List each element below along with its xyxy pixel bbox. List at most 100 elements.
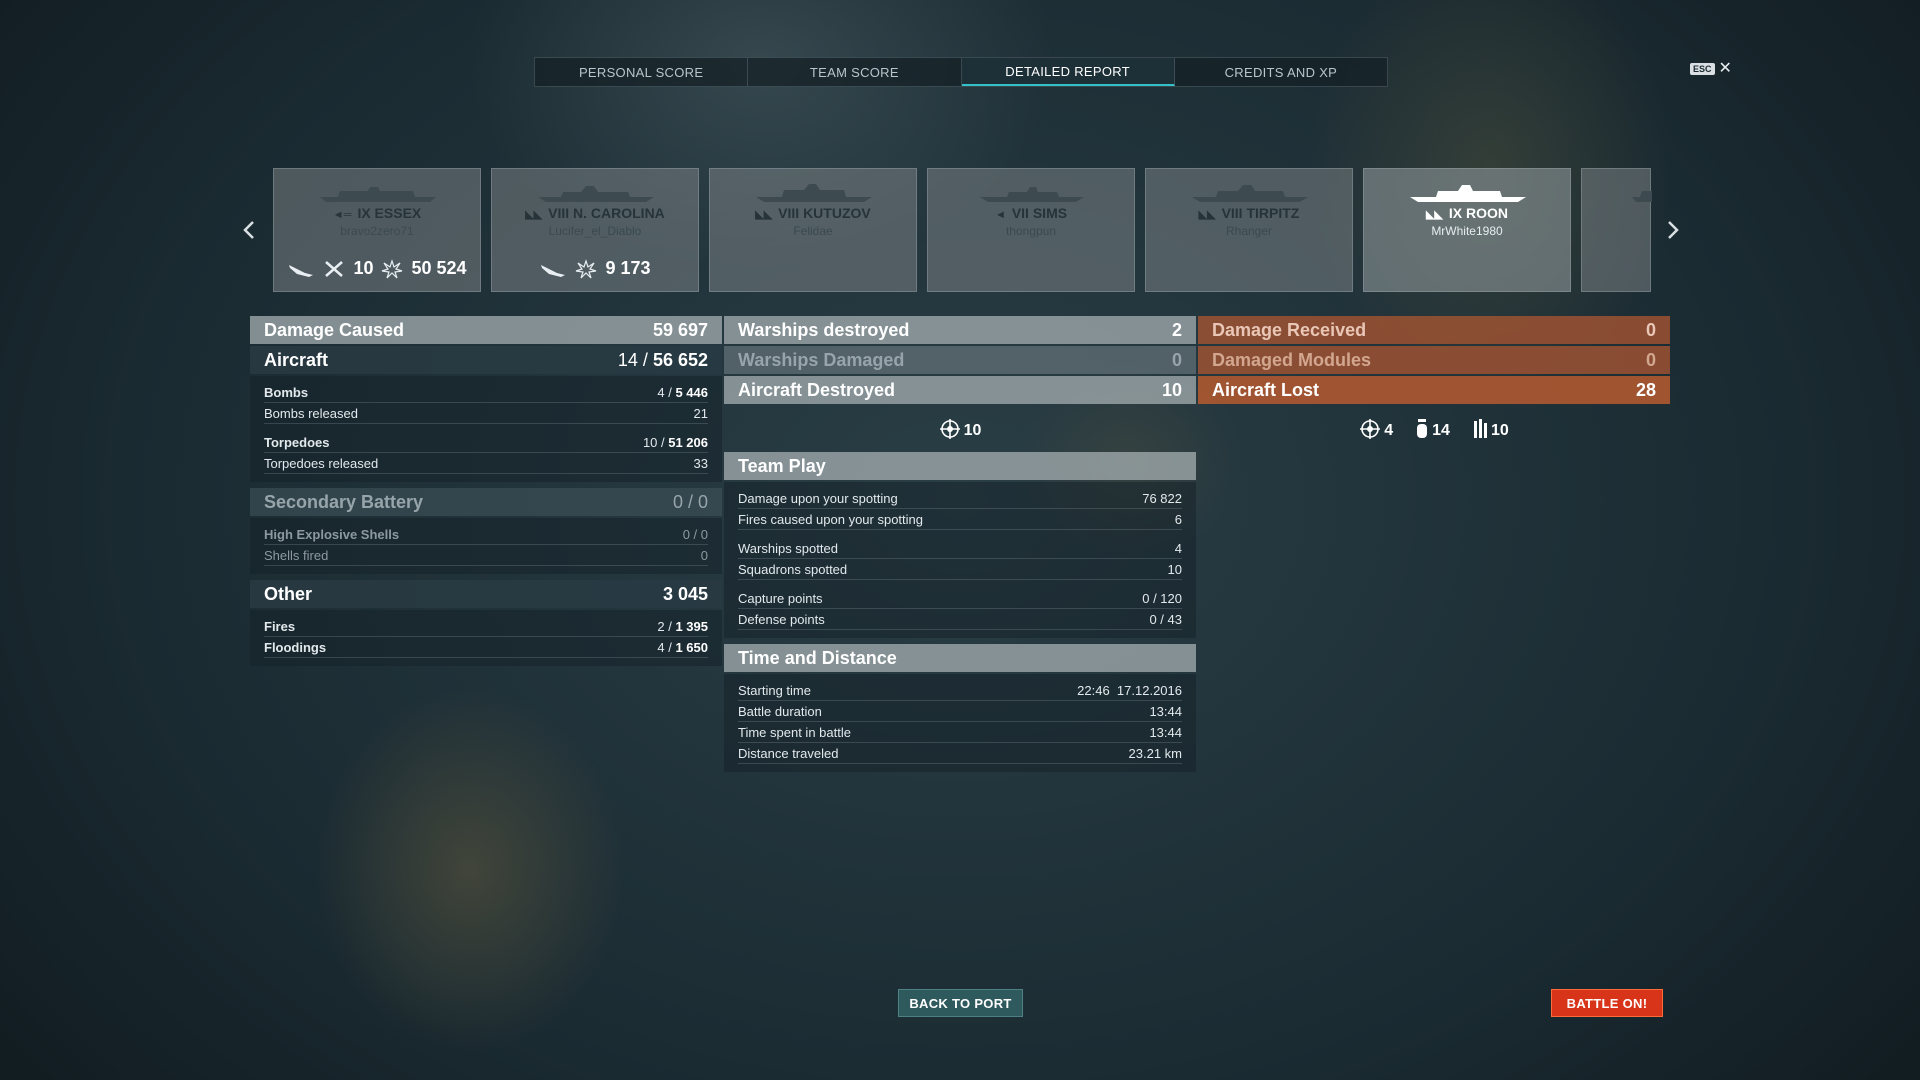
secondary-battery-details: High Explosive Shells 0 / 0 Shells fired… — [250, 518, 722, 574]
team-play-row: Warships spotted 4 — [738, 538, 1182, 559]
time-distance-details: Starting time 22:46 17.12.2016 Battle dur… — [724, 674, 1196, 772]
battleship-class-icon: ◣◣ — [1198, 209, 1216, 221]
torpedo-icon — [1473, 419, 1487, 438]
aircraft-lost-breakdown: 4 14 10 — [1198, 406, 1670, 452]
team-play-header: Team Play — [724, 452, 1196, 480]
aircraft-lost-header: Aircraft Lost 28 — [1198, 376, 1670, 404]
player-name: Lucifer_el_Diablo — [548, 224, 642, 238]
tab-team-score[interactable]: TEAM SCORE — [748, 58, 962, 86]
ship-silhouette-icon — [756, 184, 872, 202]
ship-silhouette-icon — [538, 186, 654, 202]
fighter-icon — [939, 419, 960, 439]
fires-row: Fires 2 / 1 395 — [264, 616, 708, 637]
carousel-prev-button[interactable] — [240, 218, 260, 242]
ship-card[interactable]: ◄ VII SIMS thongpun — [927, 168, 1135, 292]
other-damage-details: Fires 2 / 1 395 Floodings 4 / 1 650 — [250, 610, 722, 666]
damage-value: 9 173 — [605, 258, 651, 278]
warships-damaged-header: Warships Damaged 0 — [724, 346, 1196, 374]
fighter-icon — [1360, 419, 1381, 439]
chevron-right-icon — [1668, 221, 1679, 239]
bomb-icon — [1417, 419, 1428, 438]
team-play-row: Damage upon your spotting 76 822 — [738, 488, 1182, 509]
ship-card[interactable]: ◄═ IX ESSEX bravo2zero71 10 50 524 — [273, 168, 481, 292]
damage-caused-panel: Damage Caused 59 697 Aircraft 14 / 56 65… — [250, 316, 722, 672]
warships-destroyed-header: Warships destroyed 2 — [724, 316, 1196, 344]
shells-fired-row: Shells fired 0 — [264, 545, 708, 566]
damage-burst-icon — [576, 258, 597, 278]
team-play-row: Fires caused upon your spotting 6 — [738, 509, 1182, 530]
battle-on-button[interactable]: BATTLE ON! — [1551, 989, 1663, 1017]
esc-key-icon: ESC — [1690, 63, 1715, 75]
player-name: bravo2zero71 — [340, 224, 414, 238]
chevron-left-icon — [243, 221, 254, 239]
player-name: thongpun — [1005, 224, 1057, 238]
time-row: Distance traveled 23.21 km — [738, 743, 1182, 764]
ship-card[interactable]: ◣◣ VIII N. CAROLINA Lucifer_el_Diablo 9 1… — [491, 168, 699, 292]
damage-value: 50 524 — [411, 258, 467, 278]
ship-name: IX ESSEX — [357, 205, 422, 221]
aircraft-destroyed-icon — [325, 260, 344, 277]
team-play-row: Squadrons spotted 10 — [738, 559, 1182, 580]
plane-icon — [289, 264, 314, 277]
time-distance-header: Time and Distance — [724, 644, 1196, 672]
carrier-class-icon: ◄═ — [332, 209, 352, 221]
ship-name: VIII TIRPITZ — [1221, 205, 1300, 221]
other-damage-header: Other 3 045 — [250, 580, 722, 608]
team-play-row: Defense points 0 / 43 — [738, 609, 1182, 630]
battleship-class-icon: ◣◣ — [755, 209, 773, 221]
floodings-row: Floodings 4 / 1 650 — [264, 637, 708, 658]
secondary-battery-header: Secondary Battery 0 / 0 — [250, 488, 722, 516]
cruiser-class-icon: ◣◣ — [1425, 209, 1443, 221]
carousel-next-button[interactable] — [1662, 218, 1682, 242]
aircraft-destroyed-count: 10 — [353, 258, 374, 278]
report-tabs: PERSONAL SCORE TEAM SCORE DETAILED REPOR… — [534, 57, 1388, 87]
torpedoes-released-row: Torpedoes released 33 — [264, 453, 708, 474]
time-row: Battle duration 13:44 — [738, 701, 1182, 722]
player-name: MrWhite1980 — [1431, 224, 1503, 238]
ship-stats: 10 50 524 — [282, 258, 472, 279]
damaged-modules-header: Damaged Modules 0 — [1198, 346, 1670, 374]
ship-name: VIII N. CAROLINA — [548, 205, 665, 221]
ship-silhouette-icon — [1410, 185, 1526, 202]
ship-name: IX ROON — [1448, 205, 1509, 221]
aircraft-damage-details: Bombs 4 / 5 446 Bombs released 21 Torped… — [250, 376, 722, 482]
time-row: Time spent in battle 13:44 — [738, 722, 1182, 743]
aircraft-destroyed-breakdown: 10 — [724, 406, 1196, 452]
battleship-class-icon: ◣◣ — [525, 209, 543, 221]
he-shells-row: High Explosive Shells 0 / 0 — [264, 524, 708, 545]
tab-credits-and-xp[interactable]: CREDITS AND XP — [1175, 58, 1387, 86]
ship-card-partial[interactable] — [1581, 168, 1652, 292]
plane-icon — [541, 264, 566, 277]
damage-received-panel: Damage Received 0 Damaged Modules 0 Airc… — [1198, 316, 1670, 452]
team-play-details: Damage upon your spotting 76 822 Fires ca… — [724, 482, 1196, 638]
ship-card[interactable]: ◣◣ VIII KUTUZOV Felidae — [709, 168, 917, 292]
tab-detailed-report[interactable]: DETAILED REPORT — [961, 58, 1175, 86]
ship-silhouette-icon — [980, 187, 1084, 202]
close-icon: ✕ — [1718, 60, 1732, 77]
damage-burst-icon — [382, 258, 403, 278]
damage-caused-header: Damage Caused 59 697 — [250, 316, 722, 344]
player-name: Felidae — [793, 224, 833, 238]
torpedoes-row: Torpedoes 10 / 51 206 — [264, 432, 708, 453]
bombs-released-row: Bombs released 21 — [264, 403, 708, 424]
ship-card-selected[interactable]: ◣◣ IX ROON MrWhite1980 — [1363, 168, 1571, 292]
team-play-row: Capture points 0 / 120 — [738, 588, 1182, 609]
ship-card[interactable]: ◣◣ VIII TIRPITZ Rhanger — [1145, 168, 1353, 292]
aircraft-damage-header: Aircraft 14 / 56 652 — [250, 346, 722, 374]
time-row: Starting time 22:46 17.12.2016 — [738, 680, 1182, 701]
tab-personal-score[interactable]: PERSONAL SCORE — [535, 58, 749, 86]
player-name: Rhanger — [1225, 224, 1273, 238]
destroyer-class-icon: ◄ — [994, 209, 1006, 221]
destruction-panel: Warships destroyed 2 Warships Damaged 0 … — [724, 316, 1196, 778]
close-button[interactable]: ESC ✕ — [1690, 60, 1732, 77]
ship-silhouette-icon — [320, 187, 436, 202]
ship-silhouette-icon — [1192, 185, 1308, 202]
back-to-port-button[interactable]: BACK TO PORT — [898, 989, 1023, 1017]
damage-received-header: Damage Received 0 — [1198, 316, 1670, 344]
ship-stats: 9 173 — [500, 258, 690, 279]
ship-silhouette-icon — [1632, 191, 1652, 202]
ship-name: VIII KUTUZOV — [778, 205, 871, 221]
aircraft-destroyed-header: Aircraft Destroyed 10 — [724, 376, 1196, 404]
bombs-row: Bombs 4 / 5 446 — [264, 382, 708, 403]
ship-name: VII SIMS — [1011, 205, 1068, 221]
